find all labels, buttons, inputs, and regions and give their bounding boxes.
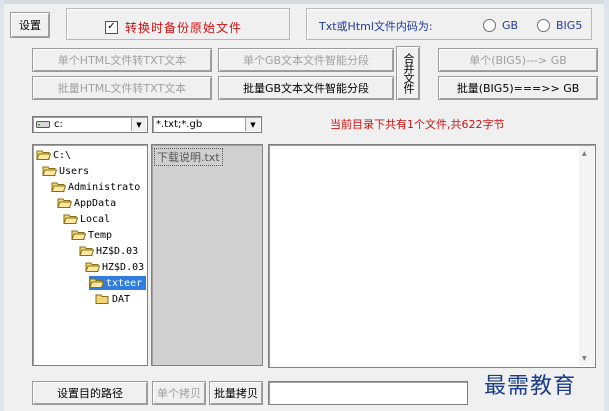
tree-item-label: HZ$D.03	[96, 245, 139, 257]
batch-copy-button[interactable]: 批量拷贝	[209, 381, 263, 405]
open-folder-icon	[71, 230, 86, 240]
tree-item-label: AppData	[74, 197, 117, 209]
tree-item-label: C:\	[53, 149, 72, 161]
tree-item[interactable]: C:\	[36, 148, 71, 162]
encoding-group: Txt或Html文件内码为: GB BIG5	[306, 8, 592, 40]
open-folder-icon	[42, 166, 57, 176]
tree-item-label: Users	[59, 165, 90, 177]
tree-item-selected[interactable]: txteer	[89, 276, 147, 290]
single-copy-button[interactable]: 单个拷贝	[152, 381, 206, 405]
tree-item[interactable]: AppData	[57, 196, 116, 210]
chevron-down-icon[interactable]: ▼	[131, 118, 146, 131]
tree-item[interactable]: Local	[63, 212, 110, 226]
open-folder-icon	[89, 278, 104, 288]
file-mask-select[interactable]: *.txt;*.gb ▼	[152, 116, 262, 133]
tree-item-label: Local	[80, 213, 111, 225]
single-gb-segment-button[interactable]: 单个GB文本文件智能分段	[218, 48, 394, 72]
window-frame-right	[604, 0, 609, 411]
radio-gb[interactable]: GB	[483, 19, 518, 32]
batch-big5-to-gb-button[interactable]: 批量(BIG5)===>> GB	[438, 76, 598, 100]
tree-item-label: txteer	[106, 277, 143, 289]
folder-icon	[95, 294, 109, 304]
scroll-up-icon[interactable]: ▲	[582, 150, 587, 157]
encoding-label: Txt或Html文件内码为:	[319, 20, 433, 33]
tree-item[interactable]: Temp	[71, 228, 112, 242]
file-mask-value: *.txt;*.gb	[156, 119, 203, 130]
tree-item[interactable]: Administrato	[51, 180, 140, 194]
tree-item-label: Temp	[88, 229, 113, 241]
tree-item[interactable]: DAT	[95, 292, 130, 306]
scrollbar[interactable]: ▲ ▼	[579, 146, 594, 366]
destination-path-field[interactable]	[268, 381, 468, 405]
tree-item[interactable]: Users	[42, 164, 89, 178]
drive-icon	[36, 121, 50, 128]
radio-big5-label: BIG5	[556, 19, 583, 32]
drive-select[interactable]: c: ▼	[32, 116, 148, 133]
settings-button[interactable]: 设置	[10, 12, 50, 38]
drive-select-value: c:	[54, 119, 63, 130]
backup-checkbox[interactable]: ✓	[105, 21, 118, 34]
set-destination-path-button[interactable]: 设置目的路径	[32, 381, 148, 405]
window-frame-left	[0, 0, 4, 411]
status-text: 当前目录下共有1个文件,共622字节	[330, 118, 505, 131]
radio-big5[interactable]: BIG5	[537, 19, 582, 32]
radio-big5-circle[interactable]	[537, 19, 550, 32]
tree-item[interactable]: HZ$D.03	[79, 244, 138, 258]
batch-gb-segment-button[interactable]: 批量GB文本文件智能分段	[218, 76, 394, 100]
watermark: 最需教育	[484, 374, 577, 399]
file-list[interactable]: 下载说明.txt	[151, 144, 263, 366]
merge-files-label: 合并文件	[402, 53, 415, 93]
window-frame-top	[0, 0, 609, 4]
directory-tree[interactable]: C:\ Users Administrato AppData Local Tem…	[32, 144, 148, 366]
tree-item-label: Administrato	[68, 181, 141, 193]
merge-files-button[interactable]: 合并文件	[396, 46, 420, 100]
backup-checkbox-row[interactable]: ✓ 转换时备份原始文件	[105, 19, 242, 36]
open-folder-icon	[36, 150, 51, 160]
radio-gb-label: GB	[502, 19, 519, 32]
backup-checkbox-label: 转换时备份原始文件	[125, 21, 243, 35]
open-folder-icon	[51, 182, 66, 192]
single-html-to-txt-button[interactable]: 单个HTML文件转TXT文本	[32, 48, 212, 72]
tree-item-label: DAT	[112, 293, 131, 305]
preview-text-area[interactable]: ▲ ▼	[268, 144, 596, 368]
batch-html-to-txt-button[interactable]: 批量HTML文件转TXT文本	[32, 76, 212, 100]
open-folder-icon	[79, 246, 94, 256]
list-item[interactable]: 下载说明.txt	[154, 148, 223, 166]
open-folder-icon	[63, 214, 78, 224]
backup-option-group: ✓ 转换时备份原始文件	[66, 8, 290, 40]
tree-item[interactable]: HZ$D.03	[85, 260, 144, 274]
single-big5-to-gb-button[interactable]: 单个(BIG5)---> GB	[438, 48, 598, 72]
radio-gb-circle[interactable]	[483, 19, 496, 32]
open-folder-icon	[57, 198, 72, 208]
tree-item-label: HZ$D.03	[102, 261, 145, 273]
scroll-down-icon[interactable]: ▼	[582, 355, 587, 362]
open-folder-icon	[85, 262, 100, 272]
chevron-down-icon[interactable]: ▼	[245, 118, 260, 131]
